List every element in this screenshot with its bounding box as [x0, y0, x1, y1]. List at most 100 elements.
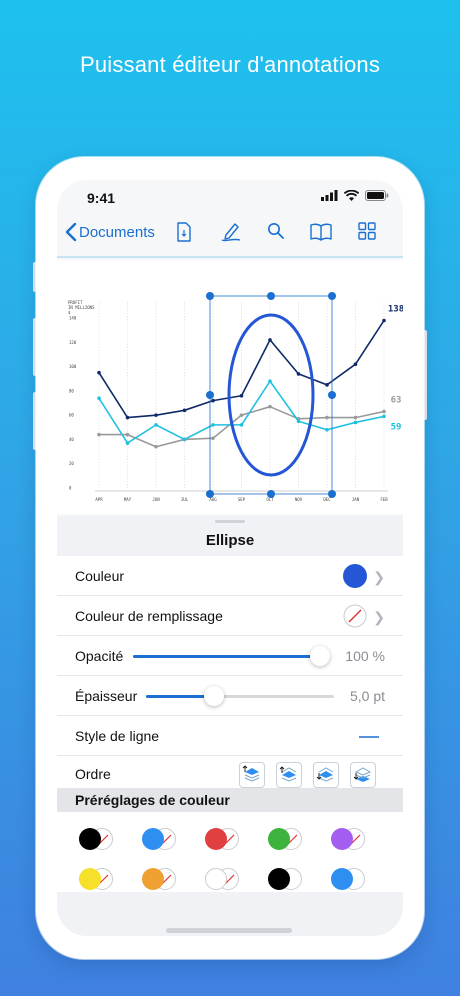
data-point	[353, 362, 358, 366]
data-point	[97, 396, 101, 400]
send-backward-button[interactable]	[313, 762, 339, 788]
opacity-slider[interactable]	[133, 646, 330, 666]
data-point	[268, 404, 272, 409]
status-time: 9:41	[87, 190, 116, 206]
data-point	[382, 318, 386, 323]
data-point	[353, 420, 358, 425]
signal-icon	[321, 190, 338, 201]
data-point	[382, 409, 386, 414]
thumbnails-button[interactable]	[358, 222, 376, 240]
no-fill-swatch-icon[interactable]	[343, 604, 367, 628]
color-preset[interactable]	[331, 828, 367, 852]
y-tick-label: 140	[69, 316, 77, 321]
color-preset[interactable]	[205, 868, 241, 892]
line-style-row[interactable]: Style de ligne	[57, 716, 403, 756]
order-row: Ordre	[57, 756, 403, 790]
sheet-title: Ellipse	[205, 532, 255, 549]
solid-line-icon[interactable]	[359, 735, 379, 739]
line-style-label: Style de ligne	[75, 728, 160, 744]
color-preset[interactable]	[205, 828, 241, 852]
resize-handle	[206, 292, 214, 300]
x-tick-label: JAN	[352, 497, 360, 502]
opacity-row: Opacité 100 %	[57, 636, 403, 676]
data-point	[154, 413, 158, 417]
opacity-value: 100 %	[345, 648, 385, 664]
thickness-row: Épaisseur 5,0 pt	[57, 676, 403, 716]
bring-to-front-icon	[242, 765, 260, 782]
data-point	[239, 393, 244, 398]
thickness-slider-knob[interactable]	[203, 686, 224, 706]
y-tick-label: 60	[69, 413, 74, 418]
data-point	[125, 415, 130, 420]
data-point	[353, 415, 358, 420]
color-preset[interactable]	[142, 868, 178, 892]
search-icon	[268, 223, 284, 239]
bookmarks-button[interactable]	[310, 222, 332, 242]
sheet-grabber[interactable]	[215, 520, 245, 523]
chevron-right-icon: ❯	[373, 609, 385, 625]
y-tick-label: 100	[69, 364, 77, 369]
resize-handle	[267, 292, 275, 300]
data-point	[325, 427, 329, 432]
preset-stroke-color	[268, 828, 290, 850]
data-point	[325, 415, 329, 420]
chevron-left-icon	[65, 222, 77, 242]
opacity-slider-knob[interactable]	[310, 646, 330, 666]
send-to-back-button[interactable]	[350, 762, 376, 788]
data-point	[211, 436, 215, 441]
resize-handle	[267, 490, 275, 498]
status-bar: 9:41	[57, 180, 403, 210]
color-preset[interactable]	[79, 828, 115, 852]
color-preset[interactable]	[79, 868, 115, 892]
thickness-slider[interactable]	[146, 686, 334, 706]
color-preset[interactable]	[268, 868, 304, 892]
data-point	[296, 372, 301, 376]
document-page[interactable]: PROFIT IN MILLIONS $ APR MAY JUN JUL AUG SEP OCT…	[57, 260, 403, 514]
thickness-value: 5,0 pt	[349, 688, 385, 704]
headline: Puissant éditeur d'annotations	[79, 52, 381, 77]
battery-icon	[365, 190, 389, 201]
color-preset[interactable]	[331, 868, 367, 892]
data-point	[97, 370, 101, 375]
y-axis-label: PROFIT IN MILLIONS $	[68, 300, 95, 315]
preset-stroke-color	[205, 868, 227, 890]
phone-frame: 9:41 Documents PROFIT IN MILLIONS $ APR …	[36, 157, 424, 959]
bring-forward-button[interactable]	[276, 762, 302, 788]
series-end-label: 63	[391, 396, 402, 406]
pen-icon	[221, 223, 241, 242]
x-tick-label: JUN	[152, 497, 160, 502]
x-tick-label: MAY	[124, 497, 132, 502]
grid-icon	[358, 222, 376, 240]
color-preset[interactable]	[142, 828, 178, 852]
color-label: Couleur	[75, 568, 125, 584]
preset-stroke-color	[268, 868, 290, 890]
screen: 9:41 Documents PROFIT IN MILLIONS $ APR …	[57, 180, 403, 936]
order-label: Ordre	[75, 766, 111, 782]
resize-handle	[328, 292, 336, 300]
x-tick-label: JUL	[181, 497, 189, 502]
navigation-toolbar: Documents	[57, 212, 403, 258]
data-point	[125, 432, 130, 437]
properties-card: Couleur ❯ Couleur de remplissage ❯ Opaci…	[57, 556, 403, 892]
back-label: Documents	[79, 223, 155, 241]
color-preset[interactable]	[268, 828, 304, 852]
color-row[interactable]: Couleur ❯	[57, 556, 403, 596]
color-swatch[interactable]	[343, 564, 367, 588]
search-button[interactable]	[267, 222, 285, 240]
data-point	[239, 423, 244, 427]
bring-forward-icon	[279, 766, 297, 782]
fill-color-row[interactable]: Couleur de remplissage ❯	[57, 596, 403, 636]
back-button[interactable]: Documents	[65, 222, 155, 242]
y-tick-label: 80	[69, 388, 74, 393]
presets-title: Préréglages de couleur	[75, 792, 230, 808]
annotate-button[interactable]	[220, 222, 242, 242]
document-button[interactable]	[176, 222, 192, 242]
data-point	[154, 423, 158, 427]
inspector-sheet: Ellipse Couleur ❯ Couleur de remplissage…	[57, 516, 403, 936]
bring-to-front-button[interactable]	[239, 762, 265, 788]
preset-stroke-color	[142, 868, 164, 890]
x-tick-label: NOV	[295, 497, 303, 502]
document-icon	[177, 222, 191, 242]
series-end-label: 138	[388, 304, 403, 314]
preset-stroke-color	[331, 868, 353, 890]
